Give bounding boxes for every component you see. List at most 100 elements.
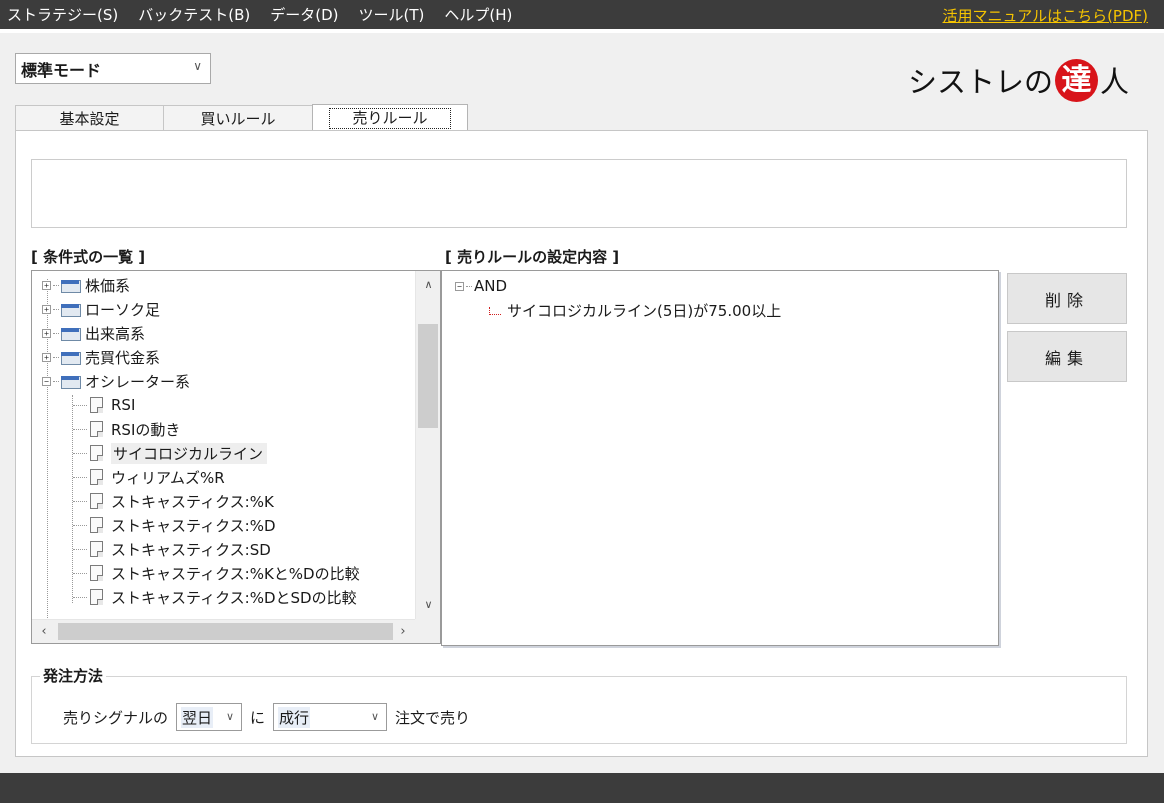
- folder-icon: [61, 351, 81, 365]
- order-type-value: 成行: [278, 706, 311, 728]
- plus-icon[interactable]: +: [42, 352, 51, 362]
- manual-pdf-link[interactable]: 活用マニュアルはこちら(PDF): [943, 5, 1148, 26]
- document-icon: [90, 541, 103, 557]
- menu-data[interactable]: データ(D): [260, 4, 348, 25]
- tree-item-condition[interactable]: ストキャスティクス:%K: [90, 489, 274, 513]
- tab-buy-rules[interactable]: 買いルール: [163, 105, 313, 131]
- status-bar: [0, 773, 1164, 803]
- tree-item-condition-selected[interactable]: サイコロジカルライン: [90, 441, 268, 465]
- minus-icon[interactable]: −: [42, 376, 51, 386]
- order-prefix-label: 売りシグナルの: [63, 708, 169, 727]
- tree-connector: [73, 573, 87, 574]
- tree-item-category[interactable]: + 株価系: [42, 273, 130, 297]
- tree-item-label: 出来高系: [85, 324, 146, 343]
- tree-connector: [73, 405, 87, 406]
- tab-bar: 基本設定 買いルール 売りルール: [15, 104, 468, 131]
- tree-item-label: ローソク足: [85, 300, 161, 319]
- order-connector-label: に: [250, 708, 266, 727]
- delete-button[interactable]: 削除: [1007, 273, 1127, 324]
- tree-connector: [73, 429, 87, 430]
- condition-tree[interactable]: + 株価系 + ローソク足 + 出来高系 + 売買代金系 − オシレーター系 R…: [31, 270, 441, 644]
- document-icon: [90, 445, 103, 461]
- tree-item-label: サイコロジカルライン: [111, 442, 268, 464]
- scroll-left-icon[interactable]: ‹: [32, 620, 56, 644]
- plus-icon[interactable]: +: [42, 304, 51, 314]
- tree-connector: [73, 453, 87, 454]
- menu-help[interactable]: ヘルプ(H): [434, 4, 522, 25]
- mode-select[interactable]: 標準モード ∨: [15, 53, 211, 84]
- minus-icon[interactable]: −: [455, 281, 464, 291]
- tree-dash: [53, 308, 59, 310]
- menu-backtest[interactable]: バックテスト(B): [128, 4, 260, 25]
- tree-vertical-scrollbar[interactable]: ∧ ∨: [415, 271, 440, 619]
- scrollbar-corner: [415, 619, 440, 643]
- menu-bar: ストラテジー(S) バックテスト(B) データ(D) ツール(T) ヘルプ(H)…: [0, 0, 1164, 29]
- tree-item-label: ストキャスティクス:%K: [111, 492, 274, 511]
- tree-horizontal-scrollbar[interactable]: ‹ ›: [32, 619, 415, 643]
- chevron-down-icon: ∨: [193, 59, 202, 73]
- tree-item-category[interactable]: + 売買代金系: [42, 345, 160, 369]
- scroll-down-icon[interactable]: ∨: [416, 595, 441, 615]
- logo-text-after: 人: [1100, 65, 1130, 99]
- top-divider: [0, 29, 1164, 33]
- document-icon: [90, 565, 103, 581]
- menu-tools[interactable]: ツール(T): [349, 4, 435, 25]
- rule-root-node[interactable]: − AND: [455, 277, 507, 295]
- tree-item-label: ストキャスティクス:%Kと%Dの比較: [111, 564, 360, 583]
- chevron-down-icon: ∨: [225, 710, 235, 723]
- logo-text-before: シストレの: [908, 65, 1054, 99]
- tree-item-category[interactable]: + 出来高系: [42, 321, 145, 345]
- tab-sell-rules[interactable]: 売りルール: [312, 104, 468, 131]
- folder-icon: [61, 375, 81, 389]
- tree-item-condition[interactable]: ストキャスティクス:%Kと%Dの比較: [90, 561, 360, 585]
- order-method-legend: 発注方法: [40, 665, 107, 686]
- tree-item-condition[interactable]: ストキャスティクス:SD: [90, 537, 271, 561]
- order-method-row: 売りシグナルの 翌日 ∨ に 成行 ∨ 注文で売り: [63, 703, 470, 731]
- tree-item-condition[interactable]: RSI: [90, 393, 135, 417]
- sell-rule-tree[interactable]: − AND サイコロジカルライン(5日)が75.00以上: [441, 270, 999, 646]
- tree-item-category-expanded[interactable]: − オシレーター系: [42, 369, 190, 393]
- mode-select-value: 標準モード: [21, 60, 102, 80]
- document-icon: [90, 493, 103, 509]
- document-icon: [90, 589, 103, 605]
- tree-item-label: オシレーター系: [85, 372, 191, 391]
- tree-item-condition[interactable]: ウィリアムズ%R: [90, 465, 225, 489]
- chevron-down-icon: ∨: [370, 710, 380, 723]
- logo-seal-icon: 達: [1055, 58, 1099, 102]
- tab-basic-settings[interactable]: 基本設定: [15, 105, 164, 131]
- tree-item-label: ストキャスティクス:%DとSDの比較: [111, 588, 357, 607]
- sell-rule-title: [ 売りルールの設定内容 ]: [445, 248, 620, 266]
- document-icon: [90, 469, 103, 485]
- order-type-select[interactable]: 成行 ∨: [273, 703, 388, 731]
- plus-icon[interactable]: +: [42, 280, 51, 290]
- document-icon: [90, 421, 103, 437]
- condition-list-title: [ 条件式の一覧 ]: [31, 248, 146, 266]
- tree-connector: [73, 549, 87, 550]
- scroll-up-icon[interactable]: ∧: [416, 275, 441, 295]
- tree-item-condition[interactable]: ストキャスティクス:%DとSDの比較: [90, 585, 357, 609]
- order-suffix-label: 注文で売り: [395, 708, 471, 727]
- tree-item-condition[interactable]: ストキャスティクス:%D: [90, 513, 276, 537]
- rule-condition-node[interactable]: サイコロジカルライン(5日)が75.00以上: [489, 300, 781, 321]
- plus-icon[interactable]: +: [42, 328, 51, 338]
- tree-connector: [73, 501, 87, 502]
- tree-item-label: ストキャスティクス:%D: [111, 516, 276, 535]
- scroll-right-icon[interactable]: ›: [391, 620, 415, 644]
- tree-item-label: ストキャスティクス:SD: [111, 540, 271, 559]
- tree-item-label: RSIの動き: [111, 420, 181, 439]
- edit-button[interactable]: 編集: [1007, 331, 1127, 382]
- tree-dash: [53, 332, 59, 334]
- tree-item-condition[interactable]: RSIの動き: [90, 417, 180, 441]
- rule-description-box[interactable]: [31, 159, 1127, 228]
- scroll-thumb[interactable]: [418, 324, 438, 428]
- scroll-thumb[interactable]: [58, 623, 393, 640]
- document-icon: [90, 517, 103, 533]
- menu-strategy[interactable]: ストラテジー(S): [0, 4, 128, 25]
- tree-connector: [73, 597, 87, 598]
- tree-connector: [72, 395, 73, 603]
- tree-item-category[interactable]: + ローソク足: [42, 297, 160, 321]
- tree-connector: [489, 306, 501, 315]
- tree-dash: [53, 380, 59, 382]
- tree-item-label: 株価系: [85, 276, 131, 295]
- order-timing-select[interactable]: 翌日 ∨: [176, 703, 243, 731]
